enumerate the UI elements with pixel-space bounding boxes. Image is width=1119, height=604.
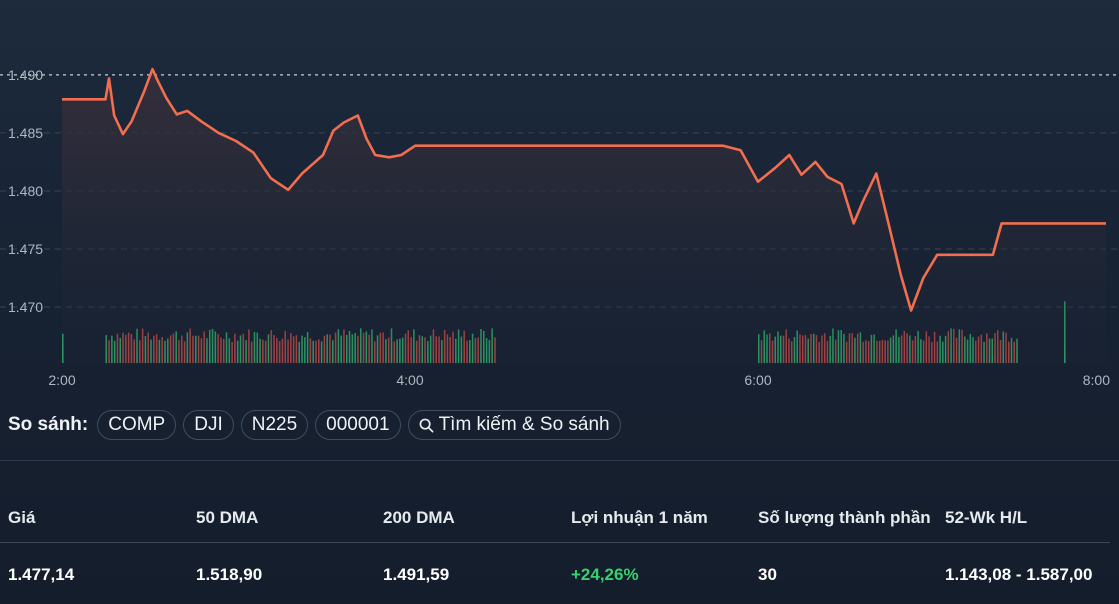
value-200dma: 1.491,59 bbox=[383, 565, 450, 584]
stats-table: Giá 50 DMA 200 DMA Lợi nhuận 1 năm Số lư… bbox=[0, 496, 1119, 589]
value-1y-return: +24,26% bbox=[571, 565, 639, 584]
search-compare-label: Tìm kiếm & So sánh bbox=[438, 414, 610, 435]
compare-chip-000001[interactable]: 000001 bbox=[315, 410, 401, 440]
stats-value-row: 1.477,14 1.518,90 1.491,59 +24,26% 30 1.… bbox=[0, 543, 1119, 589]
value-price: 1.477,14 bbox=[8, 565, 75, 584]
header-price: Giá bbox=[8, 508, 36, 527]
header-200dma: 200 DMA bbox=[383, 508, 455, 527]
y-tick-label: 1.490 bbox=[8, 67, 43, 83]
value-components: 30 bbox=[758, 565, 777, 584]
header-50dma: 50 DMA bbox=[196, 508, 259, 527]
compare-chip-n225[interactable]: N225 bbox=[240, 410, 309, 440]
y-tick-label: 1.485 bbox=[8, 125, 43, 141]
x-axis: 2:00 4:00 6:00 8:00 bbox=[48, 372, 1110, 388]
compare-chip-dji[interactable]: DJI bbox=[183, 410, 234, 440]
x-tick-label: 8:00 bbox=[1083, 372, 1110, 388]
y-tick-label: 1.470 bbox=[8, 299, 43, 315]
value-50dma: 1.518,90 bbox=[196, 565, 263, 584]
y-axis: 1.490 1.485 1.480 1.475 1.470 bbox=[8, 67, 43, 315]
search-compare-button[interactable]: Tìm kiếm & So sánh bbox=[407, 410, 621, 440]
value-52wk: 1.143,08 - 1.587,00 bbox=[945, 565, 1093, 584]
section-divider bbox=[0, 460, 1119, 461]
price-area bbox=[62, 69, 1106, 365]
compare-chip-comp[interactable]: COMP bbox=[97, 410, 177, 440]
x-tick-label: 2:00 bbox=[48, 372, 75, 388]
header-52wk: 52-Wk H/L bbox=[945, 508, 1028, 527]
compare-bar: So sánh: COMP DJI N225 000001 Tìm kiếm &… bbox=[0, 408, 621, 442]
x-tick-label: 4:00 bbox=[396, 372, 423, 388]
header-1y-return: Lợi nhuận 1 năm bbox=[571, 508, 708, 527]
stats-header-row: Giá 50 DMA 200 DMA Lợi nhuận 1 năm Số lư… bbox=[0, 496, 1110, 543]
header-components: Số lượng thành phần bbox=[758, 508, 931, 527]
compare-label: So sánh: bbox=[8, 414, 89, 435]
x-tick-label: 6:00 bbox=[744, 372, 771, 388]
search-icon bbox=[419, 418, 433, 432]
y-tick-label: 1.475 bbox=[8, 241, 43, 257]
y-tick-label: 1.480 bbox=[8, 183, 43, 199]
price-chart[interactable]: 1.490 1.485 1.480 1.475 1.470 2:00 4:00 6:00 8:… bbox=[0, 0, 1119, 392]
